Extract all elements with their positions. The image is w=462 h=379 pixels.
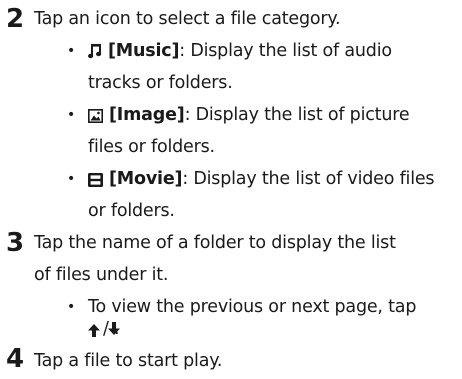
step-3-instruction-line-1: Tap the name of a folder to display the …: [34, 233, 396, 253]
music-note-icon: [88, 43, 102, 59]
step-2-instruction: Tap an icon to select a file category.: [34, 9, 341, 29]
movie-label: [Movie]: [109, 169, 183, 189]
image-desc-line-1: : Display the list of picture: [184, 105, 410, 125]
music-desc-line-2: tracks or folders.: [88, 73, 233, 93]
bullet-dot: •: [67, 107, 76, 123]
step-4-instruction: Tap a file to start play.: [34, 351, 223, 371]
music-label: [Music]: [108, 41, 180, 61]
step-number-2: 2: [6, 4, 25, 34]
image-desc-line-2: files or folders.: [88, 137, 215, 157]
movie-desc-line-1: : Display the list of video files: [182, 169, 435, 189]
music-desc-line-1: : Display the list of audio: [179, 41, 392, 61]
step-3-bullet-line-1: To view the previous or next page, tap: [88, 297, 417, 317]
bullet-dot: •: [67, 299, 76, 315]
arrow-down-icon: [108, 322, 120, 335]
step-3-instruction-line-2: of files under it.: [34, 265, 169, 285]
bullet-image-line-1: [Image]: Display the list of picture: [88, 104, 410, 126]
arrow-up-icon: [88, 324, 100, 337]
bullet-music-line-1: [Music]: Display the list of audio: [88, 40, 392, 62]
step-3-bullet-line-2: / .: [88, 318, 120, 340]
movie-desc-line-2: or folders.: [88, 201, 175, 221]
step-number-4: 4: [6, 344, 25, 374]
bullet-dot: •: [67, 43, 76, 59]
bullet-movie-line-1: [Movie]: Display the list of video files: [88, 168, 435, 190]
movie-icon: [88, 173, 103, 187]
image-label: [Image]: [109, 105, 185, 125]
bullet-dot: •: [67, 171, 76, 187]
image-icon: [88, 109, 103, 123]
step-number-3: 3: [6, 228, 25, 258]
